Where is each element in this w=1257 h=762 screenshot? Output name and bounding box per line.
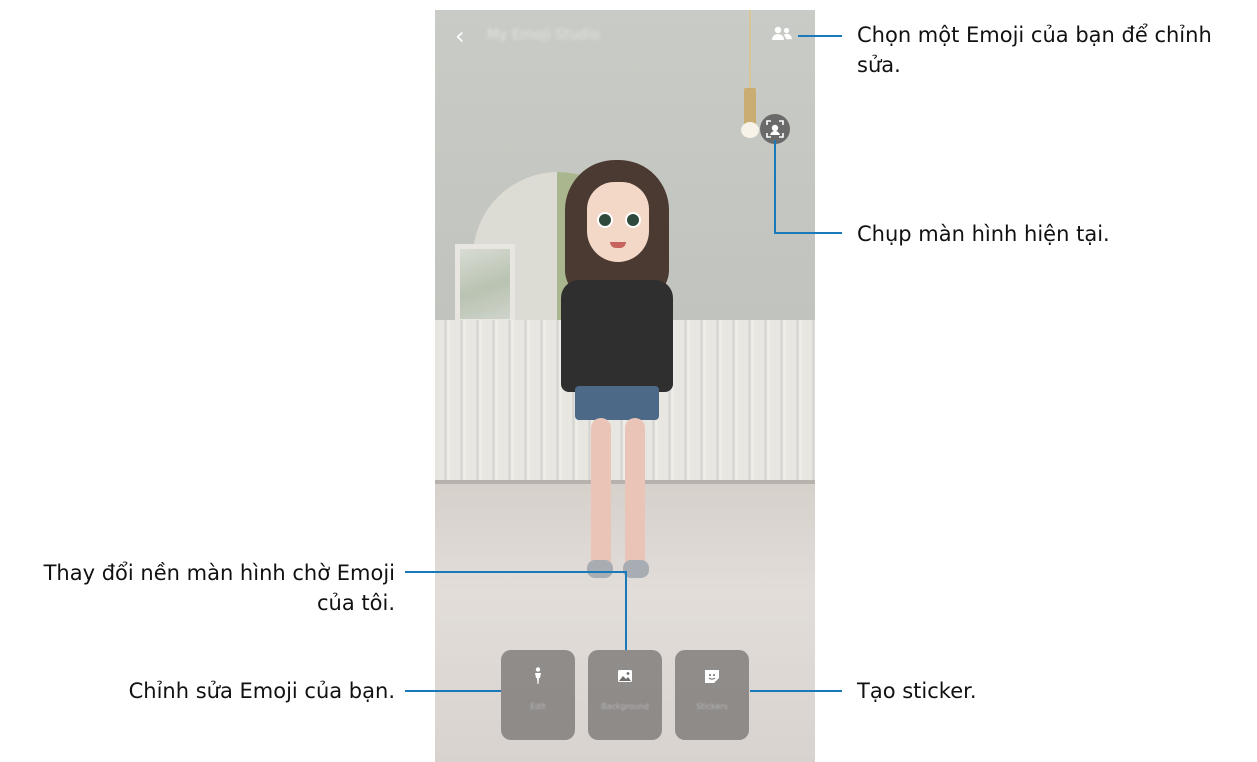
callout-create-sticker: Tạo sticker. — [857, 679, 977, 703]
edit-button[interactable]: Edit — [501, 650, 575, 740]
callout-capture: Chụp màn hình hiện tại. — [857, 222, 1110, 246]
image-icon — [618, 670, 632, 682]
face-scan-icon — [766, 120, 784, 138]
back-icon[interactable]: ‹ — [455, 24, 465, 48]
page-title: My Emoji Studio — [487, 27, 600, 43]
person-icon — [535, 667, 541, 684]
callout-choose-emoji: Chọn một Emoji của bạn để chỉnh sửa. — [857, 23, 1212, 77]
callout-line-edit — [405, 690, 501, 692]
callout-edit-emoji: Chỉnh sửa Emoji của bạn. — [128, 679, 395, 703]
callout-line-background — [405, 571, 627, 573]
sticker-icon — [705, 670, 719, 683]
callout-line-choose — [798, 35, 842, 37]
stickers-button[interactable]: Stickers — [675, 650, 749, 740]
callout-line-sticker — [750, 690, 842, 692]
lamp — [749, 10, 751, 90]
stickers-label: Stickers — [696, 702, 728, 711]
callout-line-capture — [774, 140, 776, 234]
people-icon[interactable] — [771, 24, 793, 44]
emoji-avatar — [561, 160, 705, 590]
background-button[interactable]: Background — [588, 650, 662, 740]
picture-frame — [455, 244, 515, 324]
callout-change-background: Thay đổi nền màn hình chờ Emoji của tôi. — [43, 561, 395, 615]
background-label: Background — [601, 702, 649, 711]
edit-label: Edit — [530, 702, 546, 711]
